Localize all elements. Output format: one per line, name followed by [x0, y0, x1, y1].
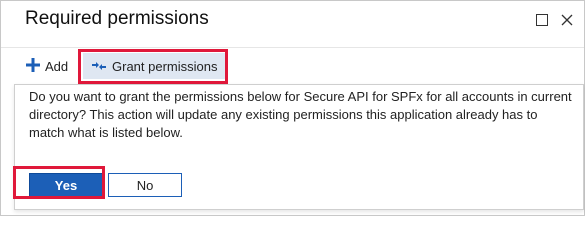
maximize-button[interactable]	[533, 11, 551, 29]
close-icon	[561, 14, 573, 26]
add-label: Add	[45, 58, 69, 74]
yes-button[interactable]: Yes	[29, 173, 103, 197]
blade-header: Required permissions	[1, 1, 584, 41]
plus-icon	[26, 57, 40, 75]
grant-permissions-button[interactable]: Grant permissions	[83, 53, 226, 79]
key-icon	[91, 59, 107, 74]
confirmation-message: Do you want to grant the permissions bel…	[29, 89, 572, 140]
grant-permissions-label: Grant permissions	[112, 58, 218, 74]
no-button[interactable]: No	[108, 173, 182, 197]
add-button[interactable]: Add	[26, 53, 68, 79]
confirmation-dialog: Do you want to grant the permissions bel…	[14, 84, 584, 210]
square-icon	[536, 14, 548, 26]
close-button[interactable]	[558, 11, 576, 29]
command-bar: Add Grant permissions	[1, 47, 584, 84]
page-title: Required permissions	[25, 8, 209, 29]
